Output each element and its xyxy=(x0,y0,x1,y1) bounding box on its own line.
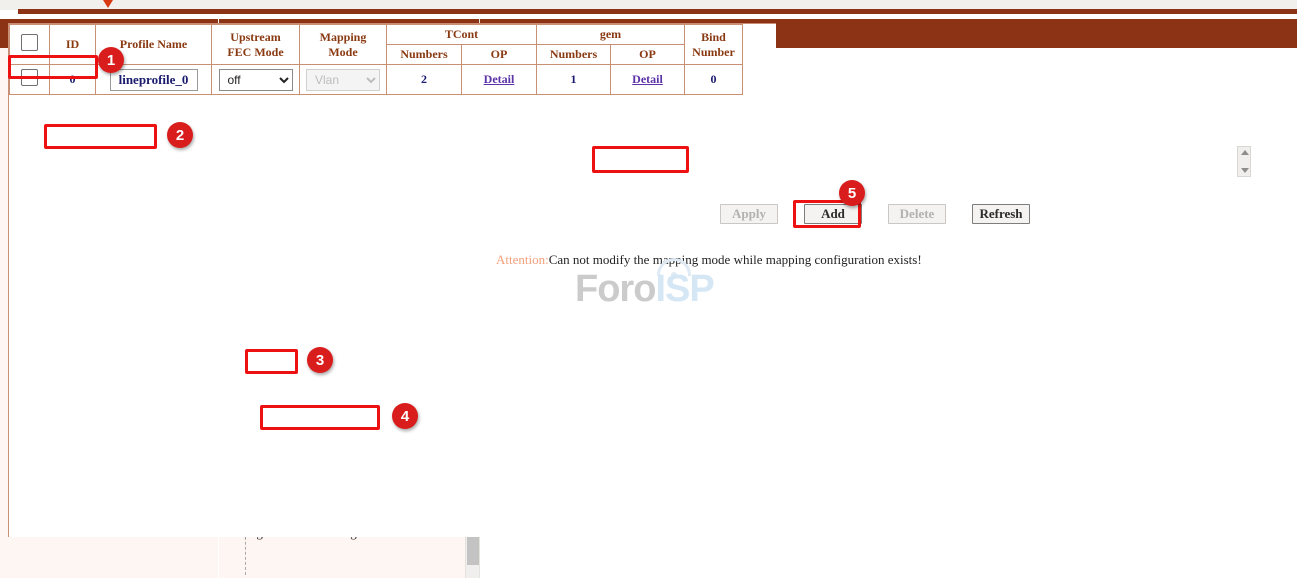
refresh-button[interactable]: Refresh xyxy=(972,204,1030,224)
row-select-cell xyxy=(10,65,50,95)
table-header-row: ID Profile Name Upstream FEC Mode Mappin… xyxy=(10,25,743,45)
row-checkbox[interactable] xyxy=(21,69,38,86)
tcont-detail-link[interactable]: Detail xyxy=(484,72,515,86)
annotation-badge-5: 5 xyxy=(839,180,865,206)
add-button[interactable]: Add xyxy=(804,204,862,224)
header-tcont: TCont xyxy=(387,25,537,45)
header-upstream-fec-mode: Upstream FEC Mode xyxy=(212,25,300,65)
app-root: Tree Topology OLT – Main Board – Sw xyxy=(0,0,1297,578)
cell-gem-numbers: 1 xyxy=(537,65,611,95)
annotation-badge-2: 2 xyxy=(167,122,193,148)
watermark-part2: ISP xyxy=(655,268,713,310)
cell-tcont-numbers: 2 xyxy=(387,65,462,95)
cell-id: 0 xyxy=(50,65,96,95)
scroll-up-icon[interactable] xyxy=(1241,150,1249,155)
header-tcont-op: OP xyxy=(462,45,537,65)
mapping-mode-select: Vlan xyxy=(306,69,380,91)
cell-tcont-op: Detail xyxy=(462,65,537,95)
annotation-badge-3: 3 xyxy=(307,347,333,373)
header-id: ID xyxy=(50,25,96,65)
top-accent-rule xyxy=(18,9,1297,14)
attention-text: Can not modify the mapping mode while ma… xyxy=(549,252,922,267)
attention-label: Attention: xyxy=(496,252,549,267)
header-gem-numbers: Numbers xyxy=(537,45,611,65)
cell-gem-op: Detail xyxy=(611,65,685,95)
action-button-row: Apply Add Delete Refresh xyxy=(720,204,1030,224)
watermark-part1: Foro xyxy=(575,268,655,310)
select-all-header xyxy=(10,25,50,65)
upstream-fec-mode-select[interactable]: off xyxy=(219,69,293,91)
header-tcont-numbers: Numbers xyxy=(387,45,462,65)
gem-detail-link[interactable]: Detail xyxy=(632,72,663,86)
header-mapping-mode: Mapping Mode xyxy=(300,25,387,65)
annotation-badge-1: 1 xyxy=(98,47,124,73)
select-all-checkbox[interactable] xyxy=(21,34,38,51)
cell-upstream-fec-mode: off xyxy=(212,65,300,95)
header-gem-op: OP xyxy=(611,45,685,65)
header-bind-number: Bind Number xyxy=(685,25,743,65)
annotation-badge-4: 4 xyxy=(392,403,418,429)
scroll-down-icon[interactable] xyxy=(1241,168,1249,173)
header-gem: gem xyxy=(537,25,685,45)
cell-bind-number: 0 xyxy=(685,65,743,95)
profile-name-input[interactable] xyxy=(110,69,198,91)
attention-message: Attention:Can not modify the mapping mod… xyxy=(496,252,922,268)
table-row-scrollbar[interactable] xyxy=(1237,146,1251,177)
cell-mapping-mode: Vlan xyxy=(300,65,387,95)
delete-button[interactable]: Delete xyxy=(888,204,946,224)
scroll-marker-icon xyxy=(103,0,114,8)
watermark: ForoISP xyxy=(575,268,714,311)
apply-button[interactable]: Apply xyxy=(720,204,778,224)
